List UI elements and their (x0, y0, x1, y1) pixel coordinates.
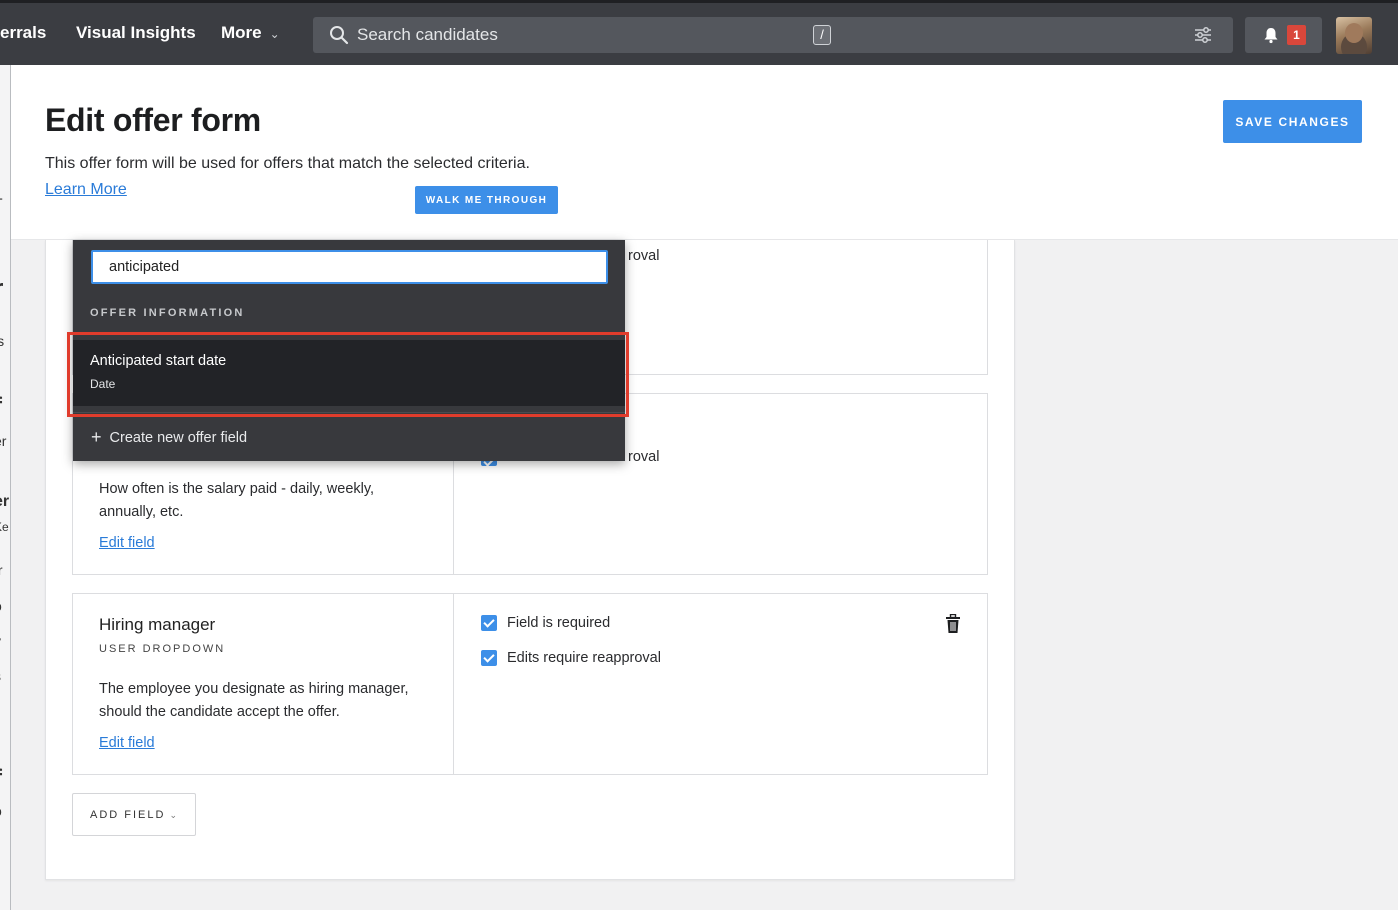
edits-reapproval-row[interactable]: Edits require reapproval (481, 649, 661, 667)
page-title: Edit offer form (45, 102, 261, 138)
search-bar[interactable]: Search candidates / (313, 17, 1233, 53)
field-option-label: roval (628, 449, 660, 465)
create-new-offer-field-button[interactable]: + Create new offer field (91, 427, 247, 448)
left-sidebar-sliver: T r ls f er er Ke tr o y s f o (0, 65, 11, 910)
sliver-text: f (0, 765, 2, 793)
sliver-text: o (0, 598, 2, 614)
create-new-offer-field-label: Create new offer field (109, 430, 248, 446)
filter-sliders-icon[interactable] (1193, 25, 1213, 45)
field-card-left: Hiring manager USER DROPDOWN The employe… (73, 594, 454, 774)
sliver-text: T (0, 195, 3, 211)
bell-icon (1264, 28, 1278, 44)
chevron-down-icon: ⌄ (169, 809, 178, 820)
dropdown-section-header: OFFER INFORMATION (90, 307, 245, 319)
nav-more-label: More (221, 23, 262, 42)
dropdown-option-anticipated-start-date[interactable]: Anticipated start date Date (73, 340, 625, 406)
learn-more-link[interactable]: Learn More (45, 181, 127, 199)
top-nav: errals Visual Insights More ⌄ Search cand… (0, 0, 1398, 65)
avatar[interactable] (1336, 17, 1372, 54)
page-header: Edit offer form This offer form will be … (11, 65, 1398, 240)
search-icon (330, 26, 349, 45)
field-description: How often is the salary paid - daily, we… (99, 481, 375, 520)
field-card-hiring-manager: Hiring manager USER DROPDOWN The employe… (72, 593, 988, 775)
field-description: The employee you designate as hiring man… (99, 681, 409, 720)
edits-reapproval-checkbox[interactable] (481, 650, 497, 666)
field-required-row[interactable]: Field is required (481, 614, 610, 632)
search-shortcut-key: / (813, 25, 831, 45)
field-option-label: roval (628, 248, 660, 264)
sliver-text: f (0, 393, 2, 421)
nav-item-referrals[interactable]: errals (0, 23, 46, 43)
plus-icon: + (91, 427, 102, 447)
add-field-label: ADD FIELD (90, 808, 166, 821)
trash-icon[interactable] (945, 614, 961, 634)
option-name: Anticipated start date (90, 353, 227, 369)
sliver-text: o (0, 803, 2, 819)
nav-item-more[interactable]: More ⌄ (221, 23, 280, 43)
sliver-text: er (0, 493, 10, 510)
notifications-button[interactable]: 1 (1245, 17, 1322, 53)
dropdown-divider (73, 412, 625, 413)
field-required-label: Field is required (507, 615, 611, 631)
search-placeholder: Search candidates (357, 25, 498, 44)
sliver-text: Ke (0, 520, 9, 534)
edit-field-link[interactable]: Edit field (99, 535, 155, 551)
field-type: USER DROPDOWN (99, 643, 226, 655)
sliver-text: ls (0, 333, 4, 349)
right-gutter (1050, 240, 1398, 910)
sliver-text: er (0, 433, 7, 449)
field-search-dropdown: OFFER INFORMATION Anticipated start date… (73, 240, 625, 461)
save-changes-button[interactable]: SAVE CHANGES (1223, 100, 1362, 143)
edit-field-link[interactable]: Edit field (99, 735, 155, 751)
option-type: Date (90, 377, 116, 391)
edits-reapproval-label: Edits require reapproval (507, 650, 661, 666)
field-required-checkbox[interactable] (481, 615, 497, 631)
add-field-button[interactable]: ADD FIELD ⌄ (72, 793, 196, 836)
notification-count-badge: 1 (1287, 25, 1306, 45)
sliver-text: tr (0, 562, 3, 578)
page-description: This offer form will be used for offers … (45, 155, 530, 172)
sliver-text: r (0, 275, 3, 303)
field-name: Hiring manager (99, 615, 216, 634)
field-search-input[interactable] (91, 250, 608, 284)
sliver-text: s (0, 668, 1, 684)
chevron-down-icon: ⌄ (269, 27, 280, 41)
walk-me-through-button[interactable]: WALK ME THROUGH (415, 186, 558, 214)
sliver-text: y (0, 633, 1, 649)
nav-item-visual-insights[interactable]: Visual Insights (76, 23, 196, 43)
